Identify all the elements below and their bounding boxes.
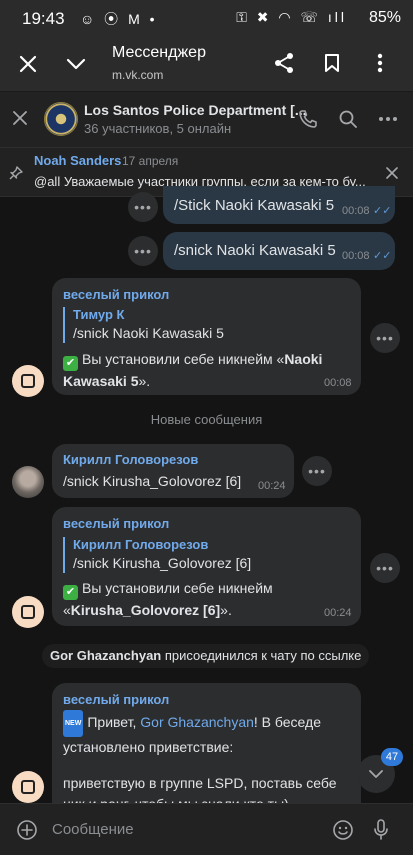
message-input[interactable]: Сообщение <box>52 821 134 838</box>
message-sender[interactable]: веселый прикол <box>63 287 169 302</box>
bookmark-icon[interactable] <box>318 49 346 77</box>
message-time: 00:08 <box>324 377 352 389</box>
emoji-icon[interactable] <box>330 817 356 843</box>
browser-title: Мессенджер <box>112 44 206 61</box>
browser-toolbar: Мессенджер m.vk.com <box>0 36 413 91</box>
add-attachment-icon[interactable] <box>14 817 40 843</box>
message-actions-button[interactable]: ••• <box>302 456 332 486</box>
pinned-date: 17 апреля <box>122 154 179 168</box>
reply-quote[interactable]: Кирилл Головорезов /snick Kirusha_Golovo… <box>63 537 251 573</box>
browser-url: m.vk.com <box>112 68 164 82</box>
reply-text: /snick Naoki Kawasaki 5 <box>73 325 224 341</box>
status-time: 19:43 <box>22 9 65 28</box>
share-icon[interactable] <box>270 49 298 77</box>
message-time: 00:08 <box>342 250 370 262</box>
unpin-close-icon[interactable] <box>382 163 402 183</box>
reply-quote[interactable]: Тимур К /snick Naoki Kawasaki 5 <box>63 307 224 343</box>
chevron-down-icon[interactable] <box>62 50 90 78</box>
service-message: Gor Ghazanchyan присоединился к чату по … <box>42 644 370 668</box>
notification-icons: ☺ ⦿ M • <box>80 11 158 27</box>
message-actions-button[interactable]: ••• <box>370 553 400 583</box>
close-chat-icon[interactable] <box>8 106 32 130</box>
incoming-message[interactable]: веселый прикол Кирилл Головорезов /snick… <box>52 507 361 626</box>
pinned-author: Noah Sanders <box>34 153 122 168</box>
close-icon[interactable] <box>14 50 42 78</box>
mention-link[interactable]: Gor Ghazanchyan <box>140 714 254 730</box>
incoming-message[interactable]: веселый прикол NEW Привет, Gor Ghazanchya… <box>52 683 361 803</box>
chat-title[interactable]: Los Santos Police Department [... <box>84 102 307 118</box>
read-check-icon: ✓✓ <box>373 205 392 217</box>
message-text: /snick Kirusha_Golovorez [6] <box>63 473 242 489</box>
message-text: /snick Naoki Kawasaki 5 <box>174 242 336 259</box>
reply-text: /snick Kirusha_Golovorez [6] <box>73 555 252 571</box>
new-badge-icon: NEW <box>63 710 84 737</box>
bot-avatar[interactable] <box>12 771 44 803</box>
bot-avatar[interactable] <box>12 365 44 397</box>
check-mark-icon: ✔ <box>63 356 78 371</box>
message-sender[interactable]: веселый прикол <box>63 516 169 531</box>
message-body: ✔ Вы установили себе никнейм «Kirusha_Gol… <box>63 580 273 618</box>
message-actions-button[interactable]: ••• <box>128 236 158 266</box>
status-bar: 19:43 ☺ ⦿ M • ⚿ ✖ ◠ ☏ ıll 85% <box>0 0 413 36</box>
system-icons: ⚿ ✖ ◠ ☏ ıll <box>236 9 347 25</box>
check-mark-icon: ✔ <box>63 585 78 600</box>
message-actions-button[interactable]: ••• <box>128 192 158 222</box>
reply-author: Кирилл Головорезов <box>73 537 209 552</box>
message-sender[interactable]: Кирилл Головорезов <box>63 452 198 467</box>
phone-icon[interactable] <box>295 106 321 132</box>
pin-icon <box>6 163 26 183</box>
microphone-icon[interactable] <box>368 817 394 843</box>
message-time: 00:24 <box>258 480 286 492</box>
search-icon[interactable] <box>335 106 361 132</box>
message-text: /Stick Naoki Kawasaki 5 <box>174 197 335 214</box>
message-text: приветствую в группе LSPD, поставь себе … <box>63 775 337 803</box>
outgoing-message[interactable]: /Stick Naoki Kawasaki 5 00:08 ✓✓ <box>163 186 395 224</box>
new-messages-divider: Новые сообщения <box>150 412 263 427</box>
chat-avatar[interactable] <box>44 102 78 136</box>
unread-count-badge: 47 <box>381 748 403 766</box>
service-text: присоединился к чату по ссылке <box>161 648 362 663</box>
message-sender[interactable]: веселый прикол <box>63 692 169 707</box>
read-check-icon: ✓✓ <box>373 250 392 262</box>
message-time: 00:24 <box>324 607 352 619</box>
message-composer: Сообщение <box>0 803 413 855</box>
message-body: ✔ Вы установили себе никнейм «Naoki Kawas… <box>63 351 323 389</box>
reply-author: Тимур К <box>73 307 125 322</box>
bot-avatar[interactable] <box>12 596 44 628</box>
chat-header: Los Santos Police Department [... 36 уча… <box>0 91 413 147</box>
battery-level: 85% <box>368 9 401 26</box>
incoming-message[interactable]: веселый прикол Тимур К /snick Naoki Kawa… <box>52 278 361 395</box>
chat-members-count: 36 участников, 5 онлайн <box>84 121 232 136</box>
more-vertical-icon[interactable] <box>368 49 392 77</box>
more-horizontal-icon[interactable] <box>374 106 402 132</box>
message-greeting: NEW Привет, Gor Ghazanchyan! В беседе уст… <box>63 710 353 758</box>
message-actions-button[interactable]: ••• <box>370 323 400 353</box>
user-avatar[interactable] <box>12 466 44 498</box>
service-user-name[interactable]: Gor Ghazanchyan <box>50 648 161 663</box>
outgoing-message[interactable]: /snick Naoki Kawasaki 5 00:08 ✓✓ <box>163 232 395 270</box>
message-time: 00:08 <box>342 205 370 217</box>
incoming-message[interactable]: Кирилл Головорезов /snick Kirusha_Golovo… <box>52 444 294 498</box>
